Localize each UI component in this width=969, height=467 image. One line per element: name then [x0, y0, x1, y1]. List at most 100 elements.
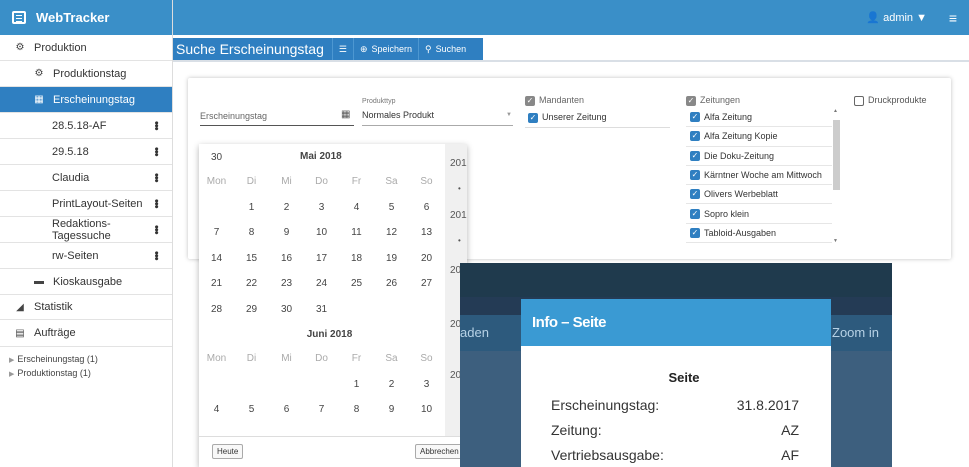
caret-right-icon: ▶: [9, 357, 15, 364]
calendar-day[interactable]: 30: [199, 152, 234, 163]
zeitung-item[interactable]: ✓ Alfa Zeitung Kopie: [686, 127, 832, 147]
druckprodukte-header[interactable]: Druckprodukte: [854, 95, 927, 106]
zeitung-item[interactable]: ✓ Tabloid-Ausgaben: [686, 224, 832, 244]
more-options-icon[interactable]: •••: [150, 121, 162, 130]
search-toolbar: Suche Erscheinungstag ☰ ⊕ Speichern ⚲ Such…: [173, 38, 483, 60]
info-dialog: Info – Seite Seite Erscheinungstag: 31.8.…: [521, 299, 831, 467]
week-row: 7 8 9 10 11 12 13: [213, 227, 433, 239]
dialog-section-title: Seite: [668, 370, 700, 385]
sidebar: WebTracker ⚙ Produktion ⚙ Produktionstag…: [0, 0, 173, 467]
saved-search-item[interactable]: Redaktions-Tagessuche •••: [0, 217, 172, 243]
download-icon: ⊕: [359, 43, 368, 54]
weekday-row: Mon Di Mi Do Fr Sa So: [206, 176, 433, 188]
zeitung-item[interactable]: ✓ Die Doku-Zeitung: [686, 147, 832, 166]
more-options-icon[interactable]: •••: [150, 147, 162, 156]
brand[interactable]: WebTracker: [0, 0, 172, 35]
saved-search-item[interactable]: rw-Seiten •••: [0, 243, 172, 269]
history-tree: ▶ Erscheinungstag (1) ▶ Produktionstag (1): [0, 347, 172, 381]
field-underline: [525, 127, 670, 128]
viewer-load-button[interactable]: aden: [460, 325, 489, 340]
month-header: Mai 2018: [300, 151, 342, 162]
zeitung-item[interactable]: ✓ Sopro klein: [686, 204, 832, 224]
today-button[interactable]: Heute: [212, 444, 244, 459]
checkbox-icon: ✓: [528, 112, 538, 123]
zeitung-item[interactable]: ✓ Kärntner Woche am Mittwoch: [686, 166, 832, 186]
sidebar-item-statistik[interactable]: ◢ Statistik: [0, 295, 172, 320]
checkbox-icon: [854, 95, 864, 106]
zeitung-item[interactable]: ✓ Olivers Werbeblatt: [686, 185, 832, 205]
week-row: 123456: [248, 201, 430, 213]
info-row: Erscheinungstag: 31.8.2017: [551, 397, 799, 413]
user-menu[interactable]: 👤 admin ▼: [866, 11, 927, 24]
page-viewer-overlay: aden Zoom in Info – Seite Seite Erschein…: [460, 263, 892, 467]
checkbox-icon: ✓: [690, 189, 700, 200]
year-dot: •: [458, 236, 461, 245]
chart-icon: ◢: [16, 301, 24, 313]
scroll-down-icon[interactable]: ▼: [833, 238, 838, 244]
sidebar-item-auftraege[interactable]: ▤ Aufträge: [0, 320, 172, 347]
datepicker-days: 30 Mai 2018 Mon Di Mi Do Fr Sa So 123456 7 8 9 10…: [199, 144, 445, 423]
search-icon: ⚲: [425, 43, 432, 54]
saved-search-item[interactable]: Claudia •••: [0, 165, 172, 191]
tree-item[interactable]: ▶ Erscheinungstag (1): [9, 353, 172, 367]
mandanten-header[interactable]: ✓ Mandanten: [525, 95, 584, 106]
clipboard-icon: ▤: [15, 327, 25, 339]
gears-icon: ⚙: [15, 42, 25, 53]
sidebar-item-produktionstag[interactable]: ⚙ Produktionstag: [0, 61, 172, 87]
more-options-icon[interactable]: •••: [150, 225, 162, 234]
month-header: Juni 2018: [306, 328, 353, 340]
info-row: Vertriebsausgabe: AF: [551, 447, 799, 463]
erscheinungstag-input[interactable]: Erscheinungstag: [200, 111, 267, 121]
saved-search-item[interactable]: PrintLayout-Seiten •••: [0, 191, 172, 217]
datepicker: 30 Mai 2018 Mon Di Mi Do Fr Sa So 123456 7 8 9 10…: [199, 144, 467, 467]
newspaper-icon: ▬: [34, 276, 44, 287]
dropdown-caret-icon: ▼: [506, 112, 512, 118]
list-icon: ☰: [338, 43, 347, 54]
saved-search-item[interactable]: 29.5.18 •••: [0, 139, 172, 165]
cancel-button[interactable]: Abbrechen: [415, 444, 464, 459]
week-row: 123: [353, 378, 430, 390]
zoom-in-button[interactable]: Zoom in: [832, 325, 879, 340]
hamburger-icon[interactable]: ≡: [949, 10, 957, 26]
checkbox-icon: ✓: [690, 170, 700, 181]
sidebar-item-produktion[interactable]: ⚙ Produktion: [0, 35, 172, 61]
search-button[interactable]: ⚲ Suchen: [418, 38, 472, 60]
divider: [173, 60, 969, 62]
more-options-icon[interactable]: •••: [150, 199, 162, 208]
year-item[interactable]: 2017: [450, 210, 467, 221]
tree-item[interactable]: ▶ Produktionstag (1): [9, 367, 172, 381]
field-underline: [200, 125, 354, 126]
sidebar-item-kioskausgabe[interactable]: ▬ Kioskausgabe: [0, 269, 172, 295]
mandant-item[interactable]: ✓ Unserer Zeitung: [528, 112, 607, 123]
list-toggle-button[interactable]: ☰: [331, 38, 353, 60]
datepicker-footer: Heute Abbrechen: [199, 436, 467, 467]
more-options-icon[interactable]: •••: [150, 251, 162, 260]
year-item[interactable]: 2016: [450, 158, 467, 169]
field-underline: [362, 125, 513, 126]
produkttyp-select[interactable]: Normales Produkt: [362, 110, 434, 120]
scrollbar-thumb[interactable]: [833, 120, 840, 190]
weekday-row: Mon Di Mi Do Fr Sa So: [206, 353, 433, 365]
week-row: 4 5 6 7 8 9 10: [213, 404, 433, 416]
gears-icon: ⚙: [34, 68, 44, 79]
checkbox-icon: ✓: [690, 112, 700, 123]
zeitungen-list: ✓ Alfa Zeitung ✓ Alfa Zeitung Kopie ✓ Die D…: [686, 108, 832, 244]
more-options-icon[interactable]: •••: [150, 173, 162, 182]
zeitung-item[interactable]: ✓ Alfa Zeitung: [686, 108, 832, 128]
checkbox-icon: ✓: [686, 95, 696, 106]
top-bar: 👤 admin ▼ ≡: [173, 0, 969, 35]
info-row: Zeitung: AZ: [551, 422, 799, 438]
saved-search-item[interactable]: 28.5.18-AF •••: [0, 113, 172, 139]
scroll-up-icon[interactable]: ▲: [833, 108, 838, 114]
viewer-top-strip: [460, 263, 892, 297]
zeitungen-header[interactable]: ✓ Zeitungen: [686, 95, 740, 106]
calendar-icon[interactable]: ▦: [341, 109, 350, 120]
sidebar-item-erscheinungstag[interactable]: ▦ Erscheinungstag: [0, 87, 172, 113]
dialog-title: Info – Seite: [521, 299, 831, 346]
checkbox-icon: ✓: [690, 227, 700, 238]
save-button[interactable]: ⊕ Speichern: [352, 38, 418, 60]
page-title: Suche Erscheinungstag: [176, 41, 324, 57]
week-row: 14 15 16 17 18 19 20: [210, 252, 433, 264]
zeitungen-scrollbar[interactable]: ▲ ▼: [832, 108, 841, 244]
user-icon: 👤: [866, 12, 881, 24]
